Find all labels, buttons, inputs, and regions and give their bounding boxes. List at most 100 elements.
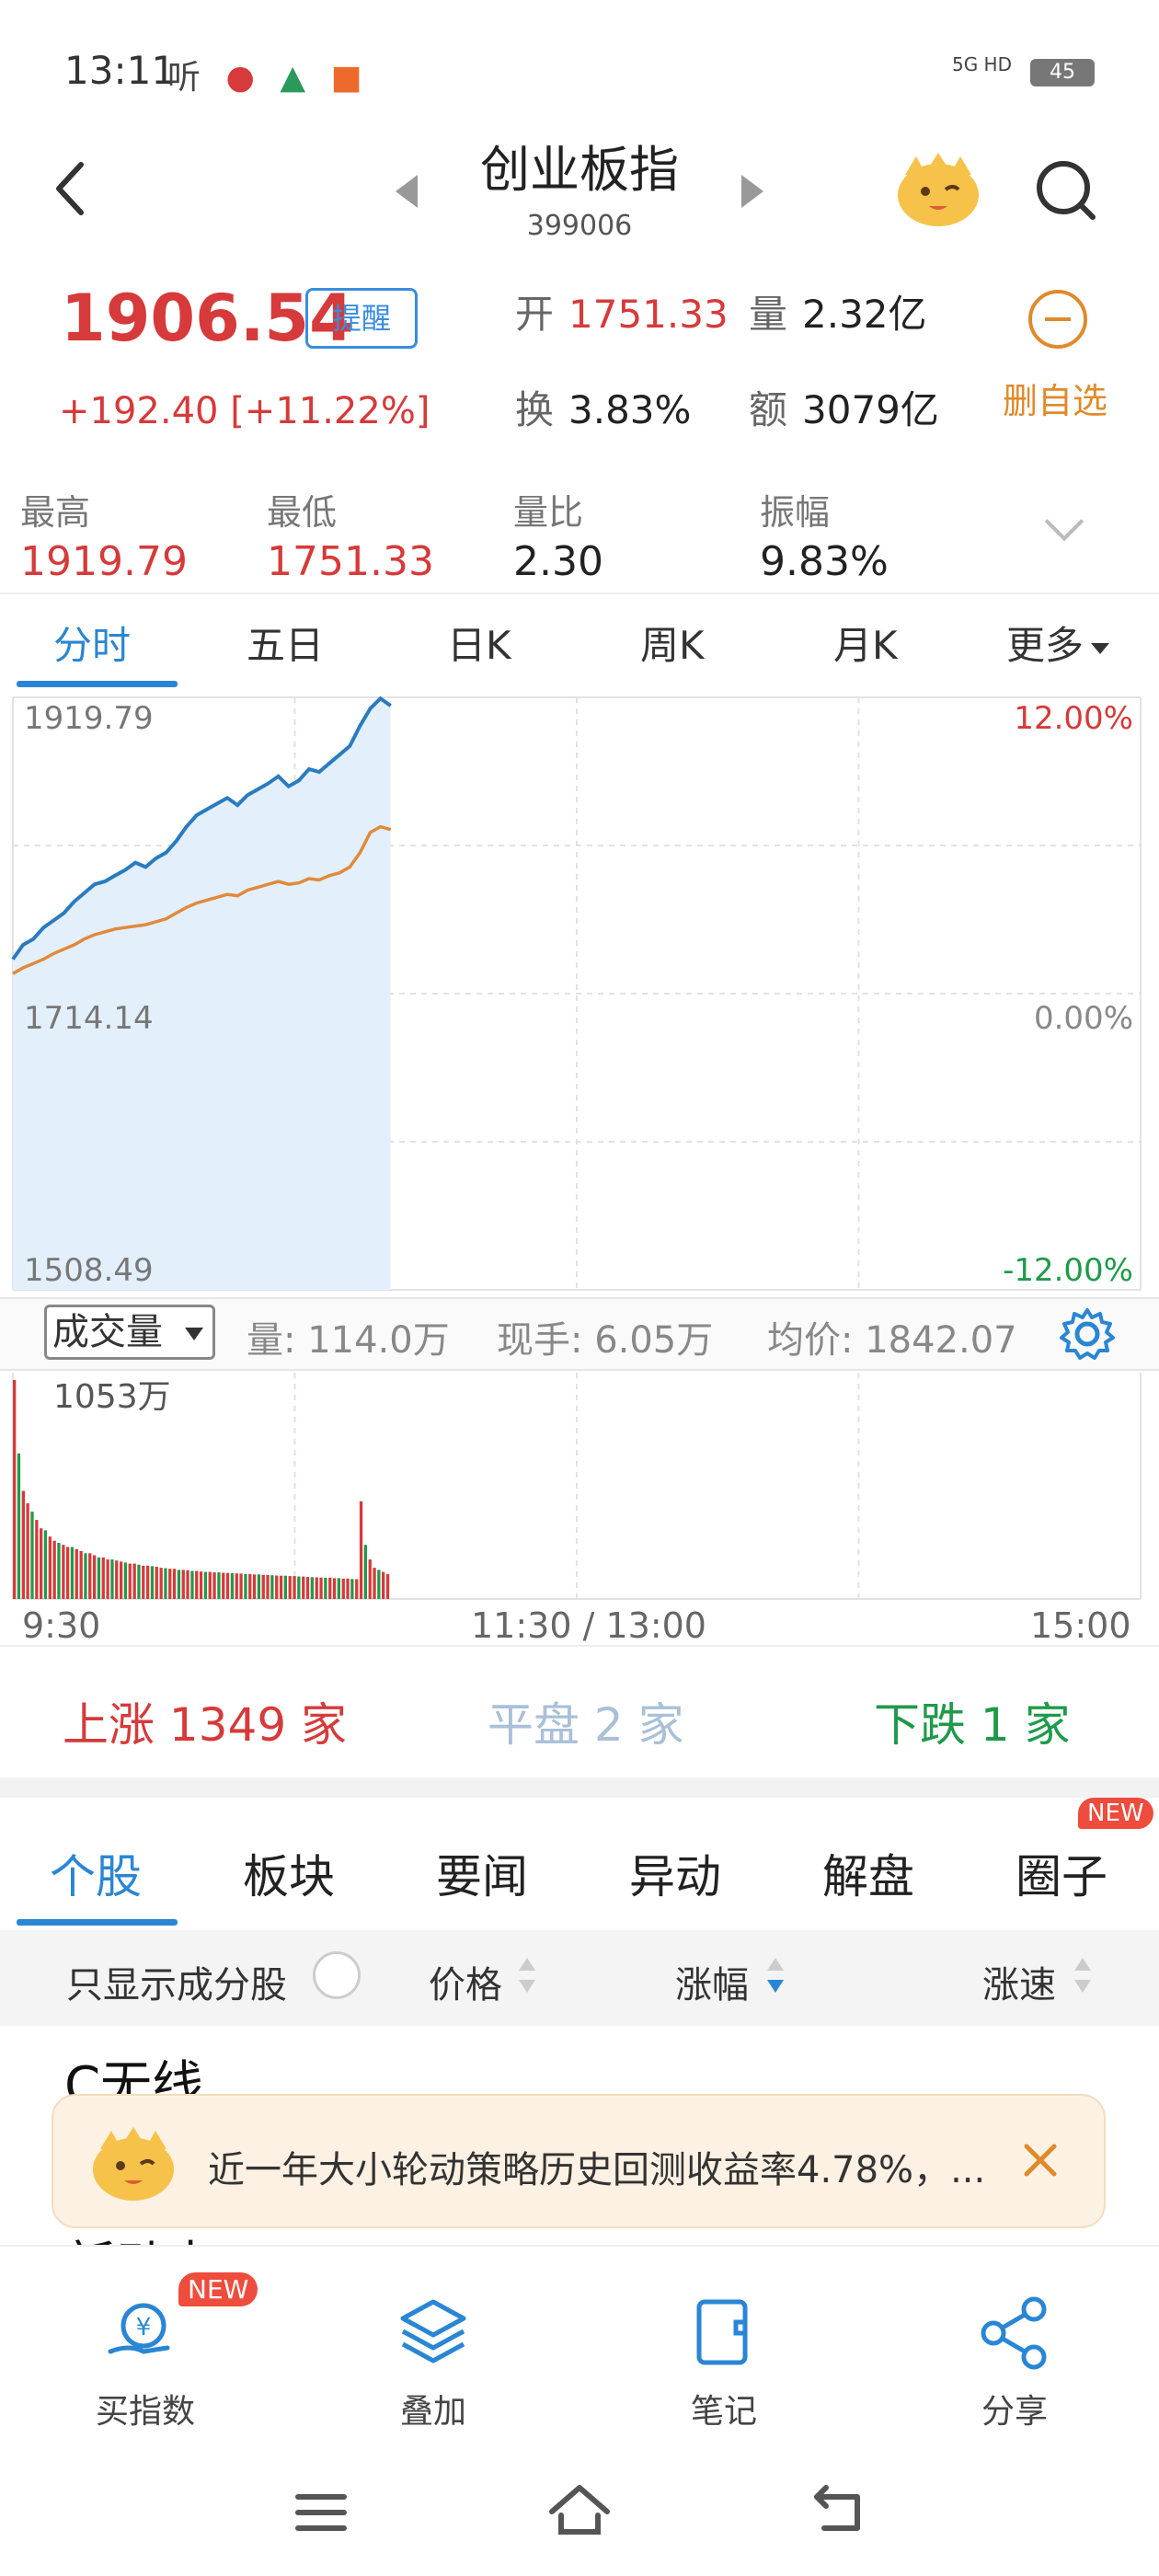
sort-price-button[interactable]: 价格 xyxy=(429,1955,502,2008)
volume-bar xyxy=(137,1564,141,1599)
home-icon[interactable] xyxy=(546,2480,613,2541)
tab-stocks[interactable]: 个股 xyxy=(50,1840,142,1906)
volume-bar xyxy=(79,1551,83,1599)
next-index-button[interactable] xyxy=(741,175,763,208)
tab-movements[interactable]: 异动 xyxy=(629,1840,721,1906)
sort-speed-button[interactable]: 涨速 xyxy=(982,1955,1056,2008)
network-indicator: 5G HD xyxy=(951,53,1012,75)
volume-bar xyxy=(293,1576,296,1599)
y-axis-price-label: 1508.49 xyxy=(24,1252,154,1289)
page-title: 创业板指 xyxy=(480,141,679,199)
tab-analysis[interactable]: 解盘 xyxy=(822,1840,914,1906)
app-icon-2: ■ xyxy=(330,59,370,97)
tab-sectors[interactable]: 板块 xyxy=(243,1840,335,1906)
volume-bar xyxy=(332,1578,337,1599)
volume-bar xyxy=(222,1572,225,1599)
price-change: +192.40 [+11.22%] xyxy=(59,390,430,432)
open-field: 开 1751.33 xyxy=(515,283,729,339)
volume-bar xyxy=(208,1571,212,1599)
mascot-icon xyxy=(83,2122,184,2204)
time-label-midday: 11:30 / 13:00 xyxy=(471,1605,706,1646)
volume-bar xyxy=(385,1573,390,1599)
volume-bar xyxy=(302,1576,305,1599)
overlay-label: 叠加 xyxy=(399,2393,466,2431)
volume-bar xyxy=(93,1555,97,1599)
turnover-label: 换 xyxy=(515,387,555,432)
volume-bar xyxy=(248,1573,252,1599)
volume-bar xyxy=(88,1553,92,1599)
volume-bar xyxy=(239,1573,243,1599)
volume-bar xyxy=(337,1578,340,1599)
volume-bar xyxy=(355,1579,359,1599)
volume-bar xyxy=(17,1453,21,1599)
active-tab-indicator xyxy=(17,681,178,687)
intraday-price-chart[interactable]: 1919.79 1714.14 1508.49 12.00% 0.00% -12.00% xyxy=(0,690,1159,1297)
advancers-count: 上涨 1349 家 xyxy=(63,1698,348,1752)
volume-bar xyxy=(48,1536,52,1599)
share-label: 分享 xyxy=(981,2393,1048,2431)
amount-field: 额 3079亿 xyxy=(749,379,939,435)
battery-icon: 45 xyxy=(1030,59,1095,86)
note-button[interactable] xyxy=(683,2291,765,2374)
close-button[interactable] xyxy=(1019,2139,1061,2181)
sort-change-button[interactable]: 涨幅 xyxy=(675,1955,749,2008)
y-axis-percent-label: -12.00% xyxy=(1003,1252,1133,1289)
tab-intraday[interactable]: 分时 xyxy=(53,615,131,671)
volume-bar xyxy=(21,1490,25,1599)
volume-bar xyxy=(40,1528,43,1599)
expand-chevron-icon[interactable] xyxy=(1044,501,1084,542)
divider xyxy=(0,1645,1159,1647)
only-components-label: 只显示成分股 xyxy=(66,1964,287,2007)
note-label: 笔记 xyxy=(690,2393,757,2431)
tab-news[interactable]: 要闻 xyxy=(436,1840,528,1906)
volume-bar xyxy=(164,1568,167,1599)
y-axis-percent-label: 0.00% xyxy=(1034,1000,1133,1037)
active-tab-indicator xyxy=(17,1919,178,1926)
back-nav-icon[interactable] xyxy=(809,2484,870,2539)
buy-index-button[interactable]: ¥ xyxy=(101,2291,184,2374)
volume-bar xyxy=(270,1575,274,1599)
volume-bar xyxy=(363,1545,367,1599)
remind-button[interactable]: 提醒 xyxy=(305,288,418,349)
remove-watchlist-button[interactable]: 删自选 xyxy=(1003,373,1107,423)
volume-bar xyxy=(195,1570,199,1599)
volume-bar xyxy=(324,1577,327,1599)
settings-button[interactable] xyxy=(1058,1305,1117,1363)
volume-bar xyxy=(70,1547,75,1599)
volume-bar xyxy=(230,1573,235,1599)
sort-icon xyxy=(519,1958,535,1993)
tab-community[interactable]: 圈子 xyxy=(1016,1840,1107,1906)
volume-bar xyxy=(350,1579,354,1599)
tab-more[interactable]: 更多 xyxy=(1006,615,1110,671)
overlay-button[interactable] xyxy=(392,2291,475,2374)
volume-bar xyxy=(159,1568,163,1599)
volume-grid xyxy=(12,1373,1142,1600)
volume-bar xyxy=(368,1559,372,1599)
share-button[interactable] xyxy=(973,2291,1056,2374)
tab-more-label: 更多 xyxy=(1006,623,1084,668)
menu-icon[interactable] xyxy=(293,2490,350,2536)
stat-low-value: 1751.33 xyxy=(267,538,434,585)
only-components-toggle[interactable] xyxy=(313,1951,361,1999)
volume-bar xyxy=(106,1559,109,1599)
stat-ratio-value: 2.30 xyxy=(513,538,603,585)
sort-desc-icon xyxy=(767,1958,784,1993)
volume-chart[interactable]: 1053万 xyxy=(0,1371,1159,1601)
indicator-select[interactable]: 成交量 xyxy=(44,1305,215,1360)
turnover-field: 换 3.83% xyxy=(515,379,691,435)
buy-index-icon: ¥ xyxy=(108,2303,170,2354)
remove-watchlist-icon[interactable] xyxy=(1028,290,1087,349)
stat-low-label: 最低 xyxy=(267,492,338,533)
mascot-icon[interactable] xyxy=(892,147,984,230)
tab-weekly-k[interactable]: 周K xyxy=(640,615,705,671)
volume-bar xyxy=(97,1557,101,1599)
tab-five-day[interactable]: 五日 xyxy=(247,615,324,671)
volume-bar xyxy=(315,1577,318,1599)
y-axis-price-label: 1714.14 xyxy=(24,1000,154,1037)
tab-daily-k[interactable]: 日K xyxy=(447,615,511,671)
search-button[interactable] xyxy=(1030,155,1104,228)
search-icon xyxy=(1037,161,1096,220)
volume-bar xyxy=(261,1574,265,1599)
tab-monthly-k[interactable]: 月K xyxy=(833,615,898,671)
average-price: 均价: 1842.07 xyxy=(767,1319,1017,1362)
